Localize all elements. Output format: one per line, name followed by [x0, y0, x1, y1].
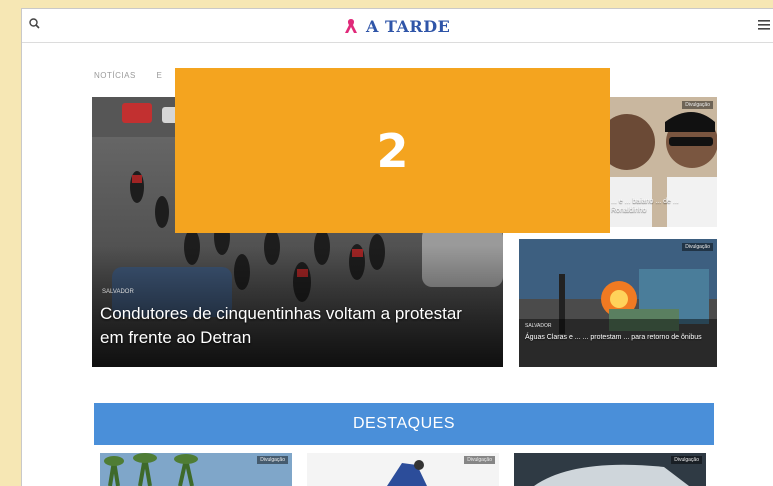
section-nav: NOTÍCIAS E: [94, 71, 180, 85]
search-icon[interactable]: [28, 17, 42, 31]
photo-credit-badge: Divulgação: [671, 456, 702, 464]
photo-credit-badge: Divulgação: [682, 101, 713, 109]
nav-item-noticias[interactable]: NOTÍCIAS: [94, 71, 136, 80]
site-header: A TARDE: [22, 9, 773, 43]
destaque-card-3[interactable]: Divulgação: [514, 453, 706, 486]
photo-credit-badge: Divulgação: [257, 456, 288, 464]
hamburger-menu-icon[interactable]: [758, 19, 770, 31]
photo-credit-badge: Divulgação: [464, 456, 495, 464]
photo-credit-badge: Divulgação: [682, 243, 713, 251]
side-story-2[interactable]: Divulgação SALVADOR Águas Claras e ... .…: [519, 239, 717, 367]
hero-headline[interactable]: Condutores de cinquentinhas voltam a pro…: [100, 302, 490, 350]
logo-ribbon-icon: [345, 19, 357, 33]
step-number: 2: [376, 123, 409, 178]
destaque-card-2[interactable]: Divulgação: [307, 453, 499, 486]
hero-section-tag: SALVADOR: [102, 289, 134, 295]
logo-text: A TARDE: [366, 16, 451, 36]
side-story-1-headline[interactable]: ... e ... baiano ... de ... Ronaldinho: [611, 197, 711, 215]
side-story-1[interactable]: Divulgação ... e ... baiano ... de ... R…: [607, 97, 717, 227]
side-story-2-headline[interactable]: Águas Claras e ... ... protestam ... par…: [525, 333, 711, 342]
site-logo[interactable]: A TARDE: [342, 15, 450, 37]
nav-item-e[interactable]: E: [157, 71, 163, 80]
destaque-card-1[interactable]: Divulgação: [100, 453, 292, 486]
step-number-overlay: 2: [175, 68, 610, 233]
destaques-banner: DESTAQUES: [94, 403, 714, 445]
browser-page: A TARDE NOTÍCIAS E SALVADOR Condutores d…: [21, 8, 773, 486]
destaques-label: DESTAQUES: [353, 415, 455, 432]
side-story-2-section-tag: SALVADOR: [525, 323, 552, 329]
side-story-2-photo: [519, 239, 717, 367]
